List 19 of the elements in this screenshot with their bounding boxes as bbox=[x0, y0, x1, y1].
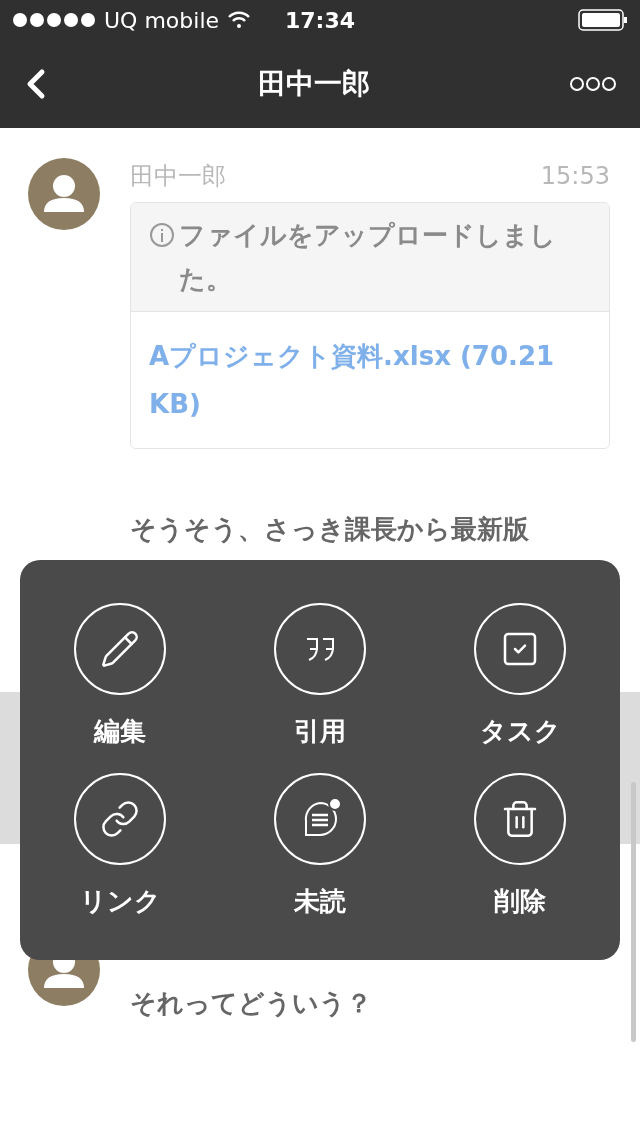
message-text: そうそう、さっき課長から最新版 bbox=[130, 513, 530, 546]
message-text: それってどういう？ bbox=[130, 987, 373, 1020]
status-time: 17:34 bbox=[284, 6, 356, 35]
pencil-icon bbox=[100, 629, 140, 669]
avatar-icon bbox=[28, 158, 100, 230]
signal-icon bbox=[12, 12, 96, 28]
menu-action-button[interactable]: タスク bbox=[420, 603, 620, 747]
wifi-icon bbox=[227, 11, 252, 29]
link-icon bbox=[100, 799, 140, 839]
more-button[interactable] bbox=[570, 76, 616, 92]
menu-action-button[interactable]: 編集 bbox=[20, 603, 220, 747]
menu-action-button[interactable]: 引用 bbox=[220, 603, 420, 747]
upload-notice: ファイルをアップロードしました。 bbox=[179, 219, 557, 296]
sender-name: 田中一郎 bbox=[130, 161, 226, 192]
message-time: 15:53 bbox=[540, 161, 610, 192]
battery-icon bbox=[578, 9, 628, 31]
nav-title: 田中一郎 bbox=[258, 66, 370, 102]
info-icon bbox=[149, 222, 175, 248]
carrier-name: UQ mobile bbox=[104, 6, 220, 35]
